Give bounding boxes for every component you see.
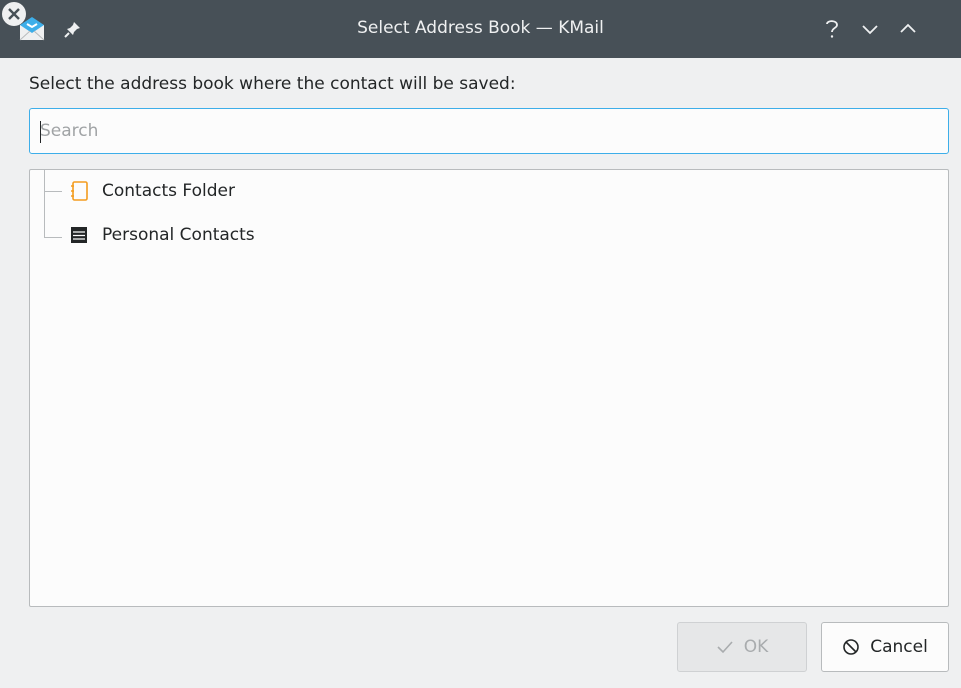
cancel-button[interactable]: Cancel bbox=[821, 622, 949, 672]
maximize-icon[interactable] bbox=[894, 15, 922, 43]
address-book-icon bbox=[71, 181, 88, 201]
tree-item-contacts-folder[interactable]: Contacts Folder bbox=[68, 177, 235, 205]
tree-item-personal-contacts[interactable]: Personal Contacts bbox=[68, 221, 255, 249]
checkmark-icon bbox=[717, 641, 733, 654]
window-title: Select Address Book — KMail bbox=[357, 18, 604, 38]
minimize-icon[interactable] bbox=[856, 15, 884, 43]
dialog-prompt: Select the address book where the contac… bbox=[29, 74, 516, 94]
help-icon[interactable] bbox=[818, 15, 846, 43]
cancel-button-label: Cancel bbox=[870, 637, 928, 657]
tree-branch-line bbox=[44, 191, 62, 192]
tree-branch-line bbox=[44, 237, 62, 238]
ok-button[interactable]: OK bbox=[677, 622, 807, 672]
search-field[interactable] bbox=[29, 108, 949, 154]
search-input[interactable] bbox=[30, 109, 948, 153]
contacts-list-icon bbox=[71, 227, 87, 243]
ok-button-label: OK bbox=[743, 637, 769, 657]
tree-item-label: Contacts Folder bbox=[102, 181, 235, 201]
address-book-tree[interactable]: Contacts Folder Personal Contacts bbox=[29, 169, 949, 607]
tree-item-label: Personal Contacts bbox=[102, 225, 255, 245]
cancel-icon bbox=[843, 639, 860, 655]
text-caret bbox=[40, 121, 41, 143]
tree-branch-line bbox=[44, 170, 45, 238]
title-bar[interactable]: Select Address Book — KMail bbox=[0, 0, 961, 58]
